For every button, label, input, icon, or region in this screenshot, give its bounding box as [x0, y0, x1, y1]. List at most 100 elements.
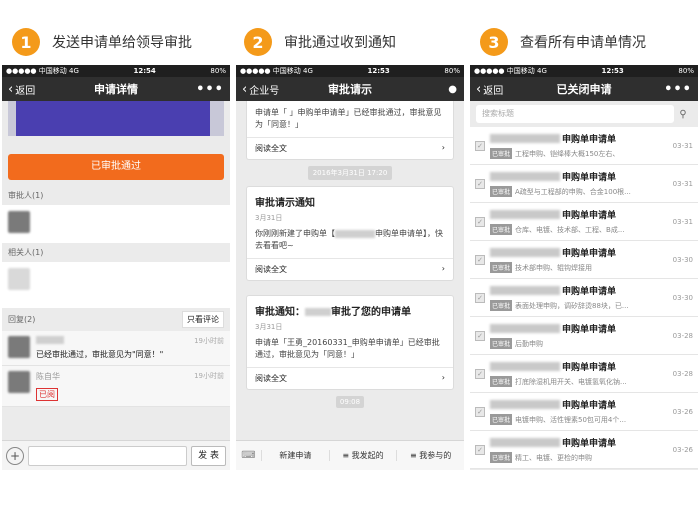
avatar[interactable]: [8, 211, 30, 233]
checkbox-icon[interactable]: ✓: [475, 140, 485, 151]
tab-initiated-by-me[interactable]: ≡ 我发起的: [330, 450, 398, 461]
search-icon[interactable]: ⚲: [674, 109, 692, 120]
carrier-text: ●●●●● 中国移动 4G: [6, 67, 79, 75]
checkbox-icon[interactable]: ✓: [475, 216, 485, 227]
message-date: 3月31日: [255, 214, 283, 222]
item-title: 申购单申请单: [490, 322, 669, 335]
blurred-name: [490, 362, 560, 371]
list-item[interactable]: ✓ 申购单申请单 已审批 仓库、电镀、技术部、工程、B成... 03-31: [470, 203, 698, 241]
checkbox-icon[interactable]: ✓: [475, 444, 485, 455]
status-badge: 已审批: [490, 300, 513, 311]
checkbox-icon[interactable]: ✓: [475, 406, 485, 417]
application-list: ✓ 申购单申请单 已审批 工程申购、铠绛棒大概150左右、 03-31 ✓ 申购单申请单 已审…: [470, 127, 698, 469]
list-item[interactable]: ✓ 申购单申请单 已审批 精工、电镀、更检的申购 03-26: [470, 431, 698, 469]
more-menu-icon[interactable]: •••: [664, 82, 692, 97]
comment-time: 19小时前: [194, 372, 224, 380]
send-button[interactable]: 发 表: [191, 445, 226, 466]
tab-participated[interactable]: ≡ 我参与的: [397, 450, 464, 461]
status-badge: 已审批: [490, 414, 513, 425]
comment-time: 19小时前: [194, 337, 224, 345]
related-list: [2, 262, 230, 308]
avatar[interactable]: [8, 268, 30, 290]
item-subtitle: 已审批 技术部申购、辊钩焊接用: [490, 262, 593, 273]
related-section-label: 相关人(1): [2, 243, 230, 262]
read-full-link[interactable]: 阅读全文 ›: [247, 367, 453, 389]
message-card[interactable]: 申请单「 」申购单申请单」已经审批通过，审批意见为「同意！」 阅读全文 ›: [246, 101, 454, 160]
message-body: 你刚刚新建了申购单【 申购单申请单】，快去看看吧~: [255, 229, 443, 250]
status-bar: ●●●●● 中国移动 4G 12:53 80%: [236, 65, 464, 77]
item-subtitle: 已审批 精工、电镀、更检的申购: [490, 452, 593, 463]
item-subtitle: 已审批 打底除湿机用开关、电镀氢氧化钠...: [490, 376, 627, 387]
more-menu-icon[interactable]: •••: [196, 82, 224, 97]
phone-application-detail: ●●●●● 中国移动 4G 12:54 80% ‹ 返回 申请详情 ••• 已审批…: [2, 65, 230, 470]
item-date: 03-26: [672, 407, 693, 416]
list-item[interactable]: ✓ 申购单申请单 已审批 A疏型与工程部的申购、合金100根... 03-31: [470, 165, 698, 203]
status-badge: 已审批: [490, 224, 513, 235]
status-bar: ●●●●● 中国移动 4G 12:54 80%: [2, 65, 230, 77]
blurred-name: [490, 172, 560, 181]
item-title: 申购单申请单: [490, 436, 669, 449]
user-icon[interactable]: ●: [448, 84, 458, 95]
list-item[interactable]: ✓ 申购单申请单 已审批 电镀申购、活性锂素50包可用4个... 03-26: [470, 393, 698, 431]
clock: 12:54: [133, 67, 156, 75]
search-input[interactable]: 搜索标题: [476, 105, 674, 123]
back-button[interactable]: ‹ 企业号: [242, 82, 279, 97]
back-button[interactable]: ‹ 返回: [8, 82, 35, 97]
reply-header: 回复(2) 只看评论: [2, 308, 230, 331]
message-date: 3月31日: [255, 323, 283, 331]
message-card[interactable]: 审批请示通知 3月31日 你刚刚新建了申购单【 申购单申请单】，快去看看吧~ 阅读…: [246, 186, 454, 281]
comment-item: 19小时前 已经审批通过，审批意见为"同意！": [2, 331, 230, 366]
timestamp-badge: 2016年3月31日 17:20: [308, 166, 392, 180]
approver-section-label: 审批人(1): [2, 186, 230, 205]
battery: 80%: [210, 67, 226, 75]
battery: 80%: [444, 67, 460, 75]
blurred-name: [490, 134, 560, 143]
nav-bar: ‹ 企业号 审批请示 ●: [236, 77, 464, 101]
carrier-text: ●●●●● 中国移动 4G: [474, 67, 547, 75]
tab-new-application[interactable]: 新建申请: [262, 450, 330, 461]
list-item[interactable]: ✓ 申购单申请单 已审批 表面处理申购，调矽辞烫88块，已... 03-30: [470, 279, 698, 317]
item-title: 申购单申请单: [490, 398, 669, 411]
approved-button[interactable]: 已审批通过: [8, 154, 224, 180]
item-title: 申购单申请单: [490, 170, 669, 183]
list-item[interactable]: ✓ 申购单申请单 已审批 打底除湿机用开关、电镀氢氧化钠... 03-28: [470, 355, 698, 393]
comment-input[interactable]: [28, 445, 188, 466]
phone-closed-applications: ●●●●● 中国移动 4G 12:53 80% ‹ 返回 已关闭申请 ••• 搜索…: [470, 65, 698, 470]
plus-icon[interactable]: +: [6, 446, 24, 465]
item-subtitle: 已审批 仓库、电镀、技术部、工程、B成...: [490, 224, 625, 235]
step-number-badge: 1: [12, 28, 40, 56]
status-badge: 已审批: [490, 262, 513, 273]
only-comments-button[interactable]: 只看评论: [182, 311, 224, 328]
read-full-link[interactable]: 阅读全文 ›: [247, 137, 453, 159]
item-date: 03-28: [672, 369, 693, 378]
commenter-name: 陈自华: [36, 372, 60, 381]
step-number-badge: 2: [244, 28, 272, 56]
item-title: 申购单申请单: [490, 360, 669, 373]
status-badge: 已审批: [490, 376, 513, 387]
blurred-name: [490, 210, 560, 219]
checkbox-icon[interactable]: ✓: [475, 178, 485, 189]
item-date: 03-30: [672, 255, 693, 264]
checkbox-icon[interactable]: ✓: [475, 330, 485, 341]
list-item[interactable]: ✓ 申购单申请单 已审批 技术部申购、辊钩焊接用 03-30: [470, 241, 698, 279]
read-full-link[interactable]: 阅读全文 ›: [247, 258, 453, 280]
list-item[interactable]: ✓ 申购单申请单 已审批 后勤申购 03-28: [470, 317, 698, 355]
phone-approval-notification: ●●●●● 中国移动 4G 12:53 80% ‹ 企业号 审批请示 ● 申请单「…: [236, 65, 464, 470]
checkbox-icon[interactable]: ✓: [475, 254, 485, 265]
status-badge: 已审批: [490, 186, 513, 197]
chevron-right-icon: ›: [441, 264, 445, 273]
item-date: 03-31: [672, 217, 693, 226]
approver-list: [2, 205, 230, 243]
checkbox-icon[interactable]: ✓: [475, 292, 485, 303]
back-button[interactable]: ‹ 返回: [476, 82, 503, 97]
step-1: 1 发送申请单给领导审批: [12, 26, 192, 58]
chevron-left-icon: ‹: [8, 81, 14, 97]
attachment-image[interactable]: [8, 101, 224, 136]
keyboard-icon[interactable]: ⌨: [236, 450, 262, 461]
checkbox-icon[interactable]: ✓: [475, 368, 485, 379]
list-item[interactable]: ✓ 申购单申请单 已审批 工程申购、铠绛棒大概150左右、 03-31: [470, 127, 698, 165]
search-bar: 搜索标题 ⚲: [470, 101, 698, 127]
chevron-right-icon: ›: [441, 143, 445, 152]
clock: 12:53: [367, 67, 390, 75]
message-card[interactable]: 审批通知： 审批了您的申请单 3月31日 申请单「王勇_20160331_申购单申…: [246, 295, 454, 390]
